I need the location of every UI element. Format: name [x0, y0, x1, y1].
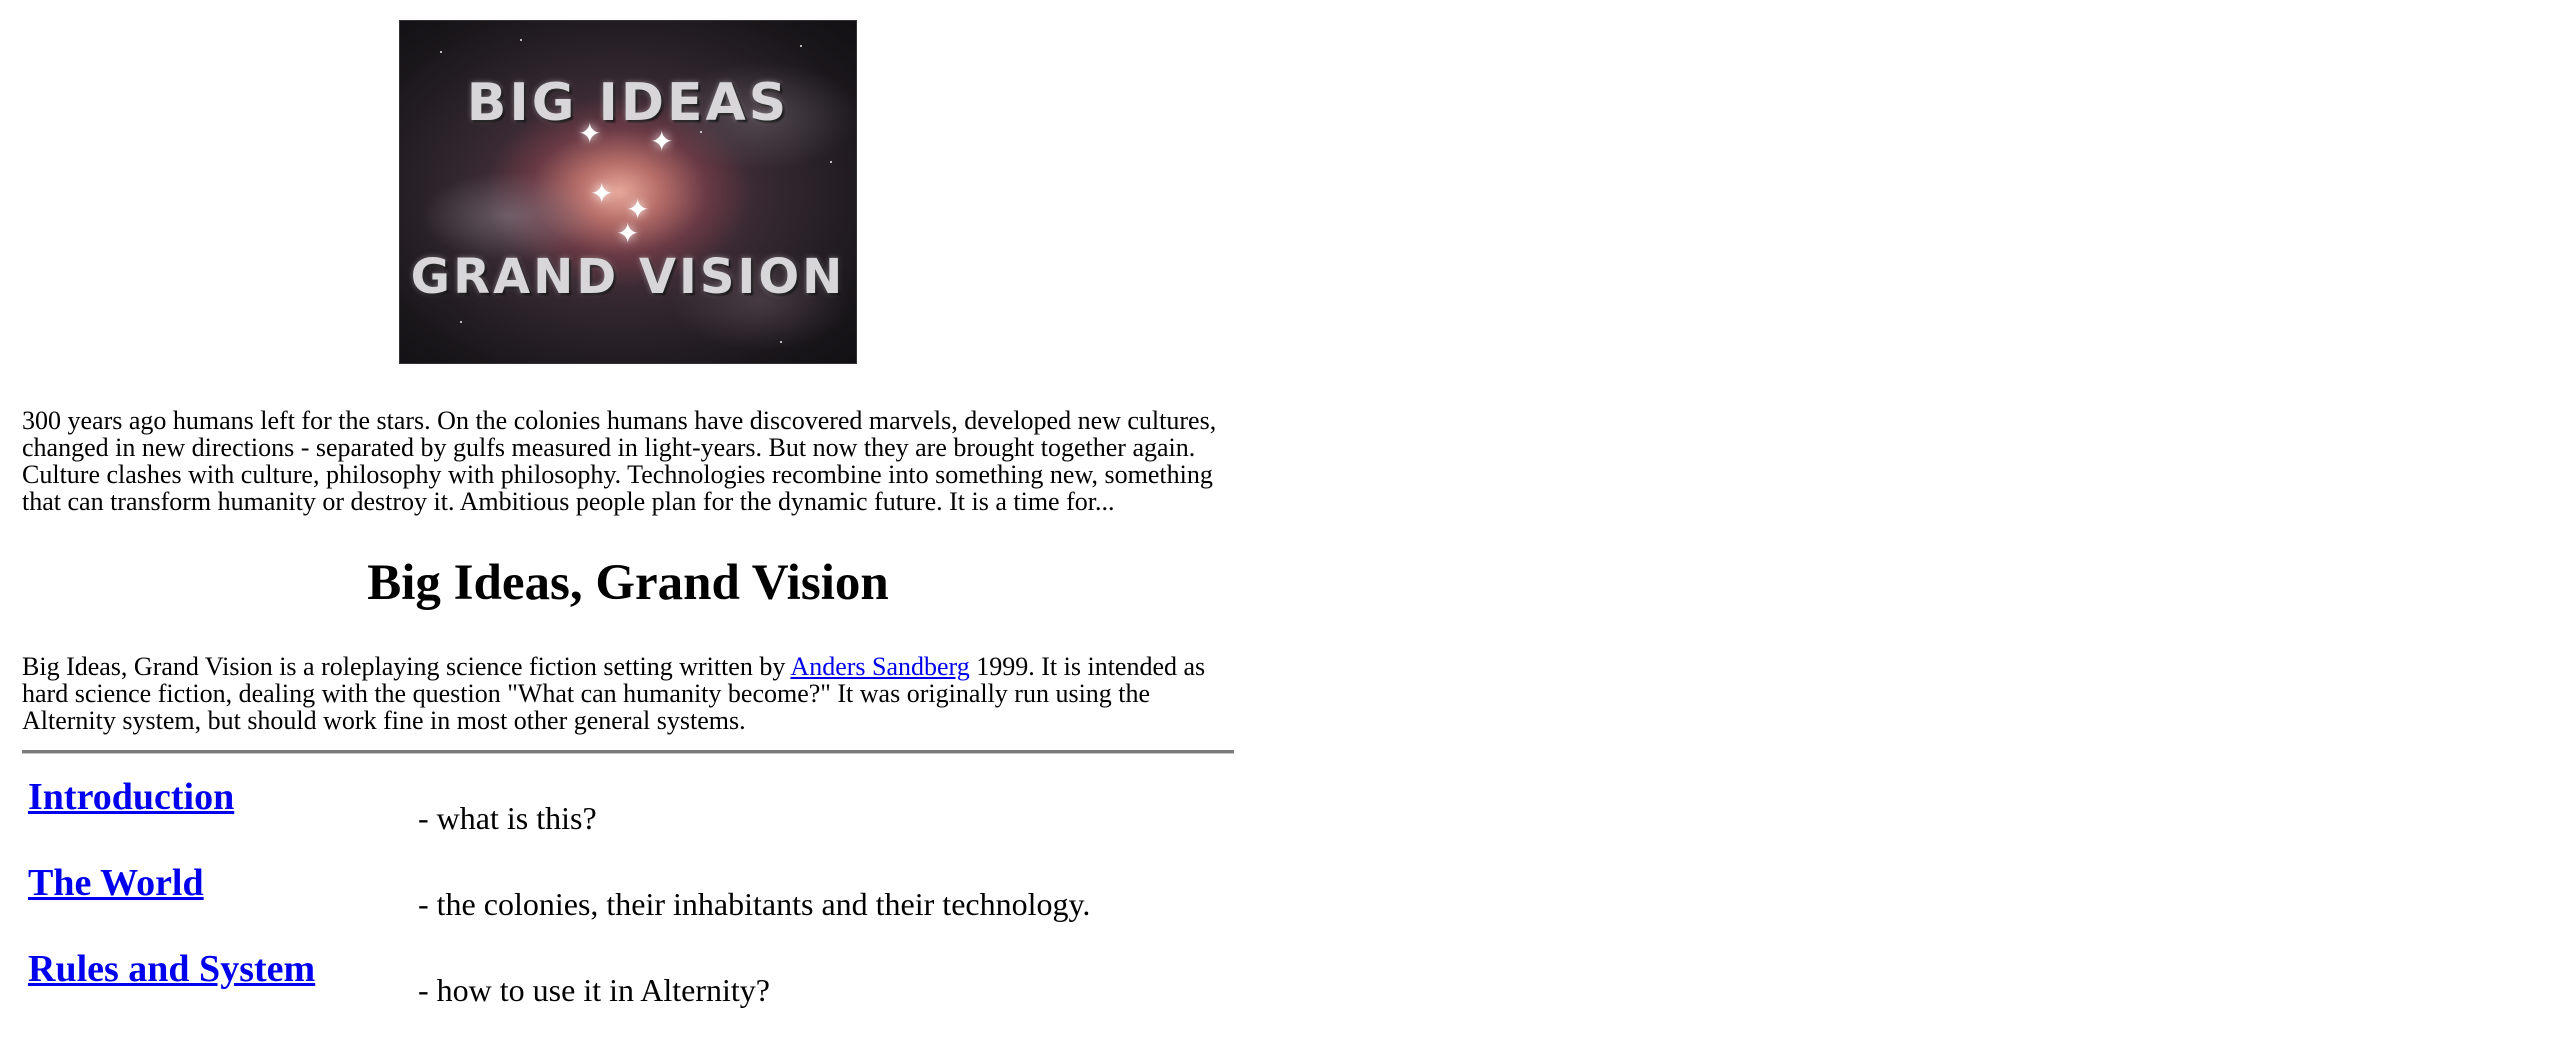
description-text-before: Big Ideas, Grand Vision is a roleplaying… — [22, 652, 791, 681]
page-title: Big Ideas, Grand Vision — [367, 555, 889, 611]
toc-link-cell: The World — [22, 860, 418, 946]
toc-row: Introduction - what is this? — [22, 774, 1234, 860]
toc-description: - the colonies, their inhabitants and th… — [418, 886, 1091, 922]
author-link[interactable]: Anders Sandberg — [790, 652, 969, 681]
star-speck — [460, 321, 462, 323]
star-icon: ✦ — [650, 127, 674, 158]
toc-link-introduction[interactable]: Introduction — [28, 776, 234, 818]
toc-link-rules-and-system[interactable]: Rules and System — [28, 948, 315, 990]
star-speck — [800, 45, 802, 47]
toc-description: - what is this? — [418, 800, 597, 836]
nebula-cloud — [420, 171, 600, 261]
logo-text-bottom: GRAND VISION — [410, 249, 846, 305]
logo-container: BIG IDEAS ✦ ✦ ✦ ✦ ✦ GRAND VISION — [22, 20, 1234, 369]
star-icon: ✦ — [590, 179, 614, 210]
intro-paragraph: 300 years ago humans left for the stars.… — [22, 406, 1217, 516]
toc-link-cell: Introduction — [22, 774, 418, 860]
star-speck — [440, 51, 442, 53]
section-divider — [22, 750, 1234, 754]
toc-row: The World - the colonies, their inhabita… — [22, 860, 1234, 946]
toc-description: - how to use it in Alternity? — [418, 972, 770, 1008]
star-speck — [780, 341, 782, 343]
logo-text-top: BIG IDEAS — [466, 73, 790, 133]
star-speck — [520, 39, 522, 41]
table-of-contents: Introduction - what is this? The World -… — [22, 774, 1234, 1032]
star-icon: ✦ — [616, 219, 640, 250]
toc-row: Rules and System - how to use it in Alte… — [22, 946, 1234, 1032]
star-speck — [830, 161, 832, 163]
description-paragraph: Big Ideas, Grand Vision is a roleplaying… — [22, 653, 1234, 734]
toc-link-cell: Rules and System — [22, 946, 418, 1032]
big-ideas-logo-image: BIG IDEAS ✦ ✦ ✦ ✦ ✦ GRAND VISION — [399, 20, 857, 364]
star-icon: ✦ — [578, 119, 602, 150]
toc-link-the-world[interactable]: The World — [28, 862, 204, 904]
page-content: BIG IDEAS ✦ ✦ ✦ ✦ ✦ GRAND VISION 300 yea… — [22, 0, 1234, 1032]
